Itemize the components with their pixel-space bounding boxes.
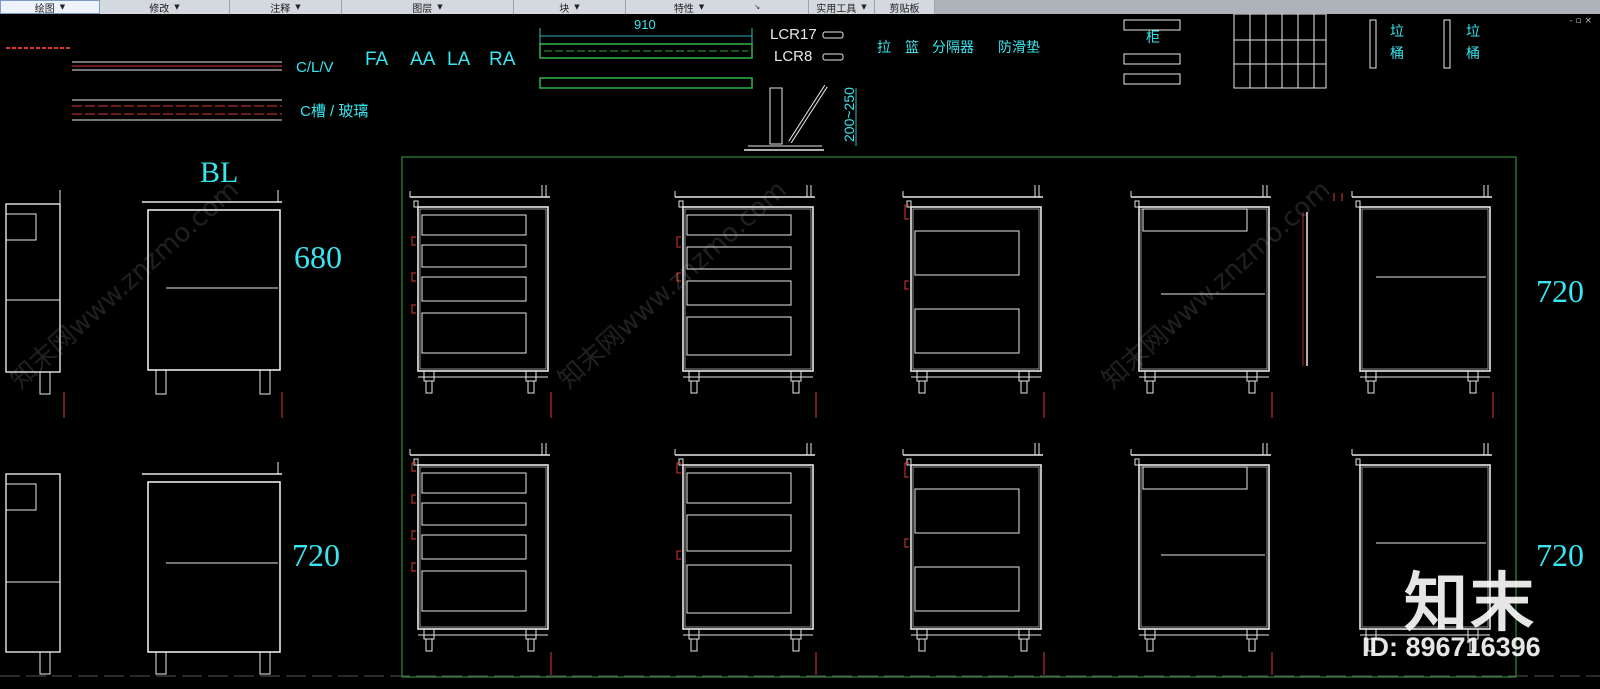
dropdown-arrow-icon: ▼ [698,3,705,11]
ribbon-panel-layers[interactable]: 图层 ▼ [342,0,514,15]
dropdown-arrow-icon: ▼ [861,3,867,11]
ribbon-panel-properties[interactable]: 特性 ▼ ↘ [626,0,809,15]
dropdown-arrow-icon: ▼ [59,3,66,11]
dimension-910: 910 [634,17,656,32]
label-lcr17: LCR17 [770,26,817,43]
height-720-right-top: 720 [1536,273,1584,309]
ribbon-panel-bar: 绘图 ▼ 修改 ▼ 注释 ▼ 图层 ▼ 块 ▼ 特性 ▼ ↘ 实用工具 ▼ 剪贴板 [0,0,1600,15]
ribbon-panel-annotate[interactable]: 注释 ▼ [230,0,342,15]
dropdown-arrow-icon: ▼ [174,3,180,11]
dropdown-arrow-icon: ▼ [295,3,301,11]
selection-frame [401,156,1517,678]
diagonal-watermark: 知末网www.znzmo.com [5,175,245,395]
panel-label: 实用工具 [816,3,857,15]
panel-label: 图层 [412,3,433,15]
ribbon-empty-area [935,0,1600,14]
cabinet-top-5 [1333,184,1493,394]
label-fa: FA [365,49,389,70]
label-ra: RA [489,49,516,70]
height-720-left: 720 [292,537,340,573]
label-cabinet: 柜 [1146,29,1160,45]
label-divider: 分隔器 [932,39,974,55]
ribbon-panel-clipboard[interactable]: 剪贴板 [875,0,935,15]
dropdown-arrow-icon: ▼ [574,3,580,11]
dimension-200-250: 200~250 [841,87,857,142]
label-la: LA [447,49,471,70]
panel-label: 块 [559,3,570,15]
cabinet-bottom-4 [1130,442,1272,652]
reference-ticks [63,392,1494,675]
label-clv: C/L/V [296,59,334,76]
diagonal-watermark: 知末网www.znzmo.com [1097,175,1337,395]
partial-cabinet-bottom-left [5,473,61,675]
brand-watermark-logo: 知末 [1404,567,1536,641]
panel-label: 绘图 [34,3,55,15]
label-aa: AA [410,49,436,70]
height-720-right-bottom: 720 [1536,537,1584,573]
cabinet-bottom-3 [902,442,1044,652]
cabinet-bottom-1 [409,442,551,652]
model-space-canvas[interactable]: C/L/V C槽 / 玻璃 FA AA LA RA 910 LCR17 LCR8… [0,14,1600,689]
bl-cabinet-720 [142,462,282,675]
label-c-groove-glass: C槽 / 玻璃 [300,103,368,120]
watermark-id: ID: 896716396 [1362,632,1541,662]
diagonal-watermark: 知末网www.znzmo.com [553,175,793,395]
dropdown-arrow-icon: ▼ [437,3,443,11]
expand-arrow-icon[interactable]: ↘ [754,3,760,11]
panel-label: 注释 [270,3,291,15]
label-trash-bin-2: 垃桶 [1466,23,1480,61]
support-bracket-detail [744,84,857,151]
height-680: 680 [294,239,342,275]
panel-label: 修改 [149,3,170,15]
ribbon-panel-utilities[interactable]: 实用工具 ▼ [809,0,875,15]
ribbon-panel-modify[interactable]: 修改 ▼ [100,0,230,15]
label-anti-slip-mat: 防滑垫 [998,39,1040,55]
profile-lines-top-left [6,47,282,121]
ribbon-panel-block[interactable]: 块 ▼ [514,0,626,15]
panel-label: 剪贴板 [889,3,920,15]
label-trash-bin-1: 垃桶 [1390,23,1404,61]
ribbon-panel-draw[interactable]: 绘图 ▼ [0,0,100,15]
panel-label: 特性 [673,3,694,15]
cabinet-top-1 [409,184,551,394]
label-pull-basket: 拉 篮 [877,39,919,55]
cabinet-bottom-2 [674,442,816,652]
cabinet-top-3 [902,184,1044,394]
label-lcr8: LCR8 [774,48,812,65]
